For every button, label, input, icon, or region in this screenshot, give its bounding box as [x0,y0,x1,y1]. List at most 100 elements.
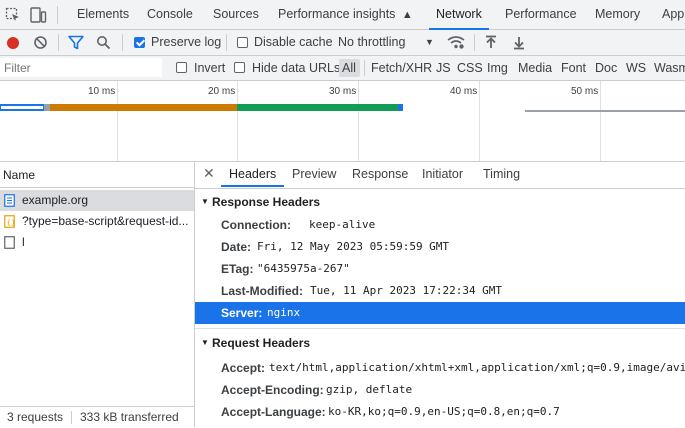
devtools-tabbar: Elements Console Sources Performance ins… [0,0,685,30]
tab-sources[interactable]: Sources [213,0,259,29]
type-filter-ws[interactable]: WS [626,56,646,80]
tab-performance[interactable]: Performance [505,0,577,29]
import-har-icon[interactable] [484,35,498,50]
header-value: text/html,application/xhtml+xml,applicat… [269,361,685,374]
tick-label: 20 ms [208,86,236,97]
timing-bar-end [398,104,403,111]
preserve-log-checkbox[interactable] [134,37,145,48]
triangle-down-icon: ▼ [201,338,209,347]
header-row[interactable]: Last-Modified: Tue, 11 Apr 2023 17:22:34… [195,280,685,302]
tab-label: Performance insights [278,7,396,21]
section-title: Request Headers [212,336,311,350]
name-column-header[interactable]: Name [0,162,194,188]
tick-label: 30 ms [329,86,357,97]
filter-input[interactable] [0,58,162,77]
tick-label: 10 ms [88,86,116,97]
tab-console[interactable]: Console [147,0,193,29]
script-icon: {} [4,215,15,228]
header-name: Date: [221,240,252,254]
tab-timing[interactable]: Timing [483,162,520,187]
type-filter-all[interactable]: All [342,56,356,80]
grid-line [237,81,238,161]
header-name: Accept: [221,361,266,375]
header-name: Accept-Encoding: [221,383,324,397]
tab-application[interactable]: App [662,0,684,29]
header-value: Tue, 11 Apr 2023 17:22:34 GMT [310,284,503,297]
request-row-other[interactable]: l [0,232,194,253]
tab-headers[interactable]: Headers [220,162,285,187]
export-har-icon[interactable] [512,35,526,50]
filter-bar: Invert Hide data URLs All Fetch/XHR JS C… [0,56,685,81]
hide-data-urls-checkbox[interactable] [234,62,245,73]
type-filter-css[interactable]: CSS [457,56,483,80]
chevron-down-icon[interactable]: ▼ [425,30,434,55]
inspect-element-icon[interactable] [5,7,21,23]
divider [57,6,58,24]
divider [474,34,475,51]
header-row[interactable]: Accept-Language: ko-KR,ko;q=0.9,en-US;q=… [195,401,685,423]
header-value: "6435975a-267" [257,262,350,275]
record-icon[interactable] [6,36,20,50]
tick-label: 40 ms [450,86,478,97]
divider [58,34,59,51]
header-row-selected[interactable]: Server: nginx [195,302,685,324]
header-row[interactable]: Accept-Encoding: gzip, deflate [195,379,685,401]
divider [364,60,365,76]
request-row-script[interactable]: {} ?type=base-script&request-id... [0,211,194,232]
type-filter-doc[interactable]: Doc [595,56,617,80]
request-name: example.org [22,193,89,207]
type-filter-wasm[interactable]: Wasm [654,56,685,80]
svg-text:{}: {} [7,219,16,227]
grid-line [117,81,118,161]
tab-elements[interactable]: Elements [77,0,129,29]
header-value: nginx [267,306,301,319]
file-icon [4,236,15,249]
device-toolbar-icon[interactable] [29,6,47,24]
timing-bar-script [50,104,237,111]
document-icon [4,194,15,207]
timeline-overview[interactable]: 10 ms 20 ms 30 ms 40 ms 50 ms [0,81,685,162]
filter-icon[interactable] [68,35,84,50]
header-row[interactable]: Accept: text/html,application/xhtml+xml,… [195,357,685,379]
tab-performance-insights[interactable]: Performance insights ▲ [278,0,413,29]
type-filter-js[interactable]: JS [436,56,451,80]
header-value: Fri, 12 May 2023 05:59:59 GMT [257,240,450,253]
details-tabbar: ✕ Headers Preview Response Initiator Tim… [195,162,685,189]
timing-bar-other [237,104,398,111]
response-headers-section[interactable]: ▼ Response Headers [195,191,685,213]
invert-checkbox[interactable] [176,62,187,73]
network-conditions-icon[interactable] [447,35,465,50]
tab-initiator[interactable]: Initiator [422,162,463,187]
network-toolbar: Preserve log Disable cache No throttling… [0,30,685,56]
type-filter-font[interactable]: Font [561,56,586,80]
search-icon[interactable] [96,35,111,50]
grid-line [600,81,601,161]
header-row[interactable]: Connection: keep-alive [195,214,685,236]
header-name: Connection: [221,218,291,232]
request-row-document[interactable]: example.org [0,190,194,211]
header-name: Accept-Language: [221,405,326,419]
divider [71,411,72,424]
tab-network[interactable]: Network [429,0,489,30]
tab-memory[interactable]: Memory [595,0,640,29]
tab-preview[interactable]: Preview [292,162,336,187]
type-filter-img[interactable]: Img [487,56,508,80]
request-headers-section[interactable]: ▼ Request Headers [195,332,685,354]
divider [226,34,227,51]
timing-bar-doc [0,104,44,111]
throttling-select[interactable]: No throttling [338,30,405,55]
grid-line [358,81,359,161]
disable-cache-checkbox[interactable] [237,37,248,48]
type-filter-media[interactable]: Media [518,56,552,80]
close-icon[interactable]: ✕ [203,165,215,182]
header-name: Last-Modified: [221,284,303,298]
preserve-log-label: Preserve log [151,35,222,49]
header-row[interactable]: ETag: "6435975a-267" [195,258,685,280]
request-name: l [22,235,25,249]
header-value: gzip, deflate [326,383,413,396]
tab-response[interactable]: Response [352,162,408,187]
header-row[interactable]: Date: Fri, 12 May 2023 05:59:59 GMT [195,236,685,258]
status-bar: 3 requests 333 kB transferred [0,406,194,428]
type-filter-fetch-xhr[interactable]: Fetch/XHR [371,56,432,80]
clear-icon[interactable] [33,35,48,50]
